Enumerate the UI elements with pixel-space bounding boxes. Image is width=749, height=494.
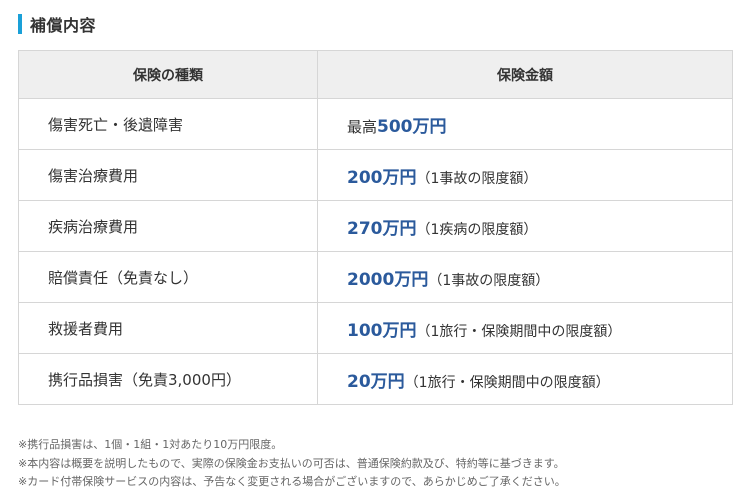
section-title: 補償内容 (30, 16, 97, 35)
amount-value: 500万円 (377, 116, 447, 137)
amount-note: （1事故の限度額） (416, 170, 538, 187)
insurance-type-cell: 携行品損害（免責3,000円） (18, 353, 318, 405)
insurance-type-cell: 疾病治療費用 (18, 200, 318, 252)
header-insurance-type: 保険の種類 (18, 50, 318, 99)
footnote: ※本内容は概要を説明したもので、実際の保険金お支払いの可否は、普通保険約款及び、… (18, 456, 565, 470)
table-row: 携行品損害（免責3,000円） 20万円（1旅行・保険期間中の限度額） (18, 353, 733, 405)
amount-value: 200万円 (347, 167, 417, 188)
insurance-amount-cell: 270万円（1疾病の限度額） (317, 200, 733, 252)
amount-note: （1疾病の限度額） (416, 221, 538, 238)
amount-value: 2000万円 (347, 269, 429, 290)
table-header-row: 保険の種類 保険金額 (18, 50, 733, 99)
insurance-type-cell: 賠償責任（免責なし） (18, 251, 318, 303)
footnote: ※携行品損害は、1個・1組・1対あたり10万円限度。 (18, 438, 283, 451)
table-row: 疾病治療費用 270万円（1疾病の限度額） (18, 200, 733, 252)
table-row: 賠償責任（免責なし） 2000万円（1事故の限度額） (18, 251, 733, 303)
insurance-amount-cell: 2000万円（1事故の限度額） (317, 251, 733, 303)
title-accent-bar (18, 14, 22, 34)
insurance-type-cell: 救援者費用 (18, 302, 318, 354)
amount-prefix: 最高 (347, 117, 378, 136)
insurance-amount-cell: 最高500万円 (317, 98, 733, 150)
insurance-amount-cell: 200万円（1事故の限度額） (317, 149, 733, 201)
amount-note: （1事故の限度額） (428, 272, 550, 289)
table-row: 傷害治療費用 200万円（1事故の限度額） (18, 149, 733, 201)
insurance-amount-cell: 100万円（1旅行・保険期間中の限度額） (317, 302, 733, 354)
amount-note: （1旅行・保険期間中の限度額） (416, 323, 622, 340)
table-row: 傷害死亡・後遺障害 最高500万円 (18, 98, 733, 150)
section-header: 補償内容 (18, 13, 96, 35)
insurance-amount-cell: 20万円（1旅行・保険期間中の限度額） (317, 353, 733, 405)
table-row: 救援者費用 100万円（1旅行・保険期間中の限度額） (18, 302, 733, 354)
footnotes: ※携行品損害は、1個・1組・1対あたり10万円限度。 ※本内容は概要を説明したも… (18, 436, 566, 492)
footnote: ※カード付帯保険サービスの内容は、予告なく変更される場合がございますので、あらか… (18, 475, 566, 488)
amount-note: （1旅行・保険期間中の限度額） (404, 374, 610, 391)
amount-value: 270万円 (347, 218, 417, 239)
header-insurance-amount: 保険金額 (317, 50, 733, 99)
insurance-type-cell: 傷害治療費用 (18, 149, 318, 201)
amount-value: 100万円 (347, 320, 417, 341)
amount-value: 20万円 (347, 371, 405, 392)
insurance-type-cell: 傷害死亡・後遺障害 (18, 98, 318, 150)
coverage-table: 保険の種類 保険金額 傷害死亡・後遺障害 最高500万円 傷害治療費用 200万… (18, 50, 733, 405)
